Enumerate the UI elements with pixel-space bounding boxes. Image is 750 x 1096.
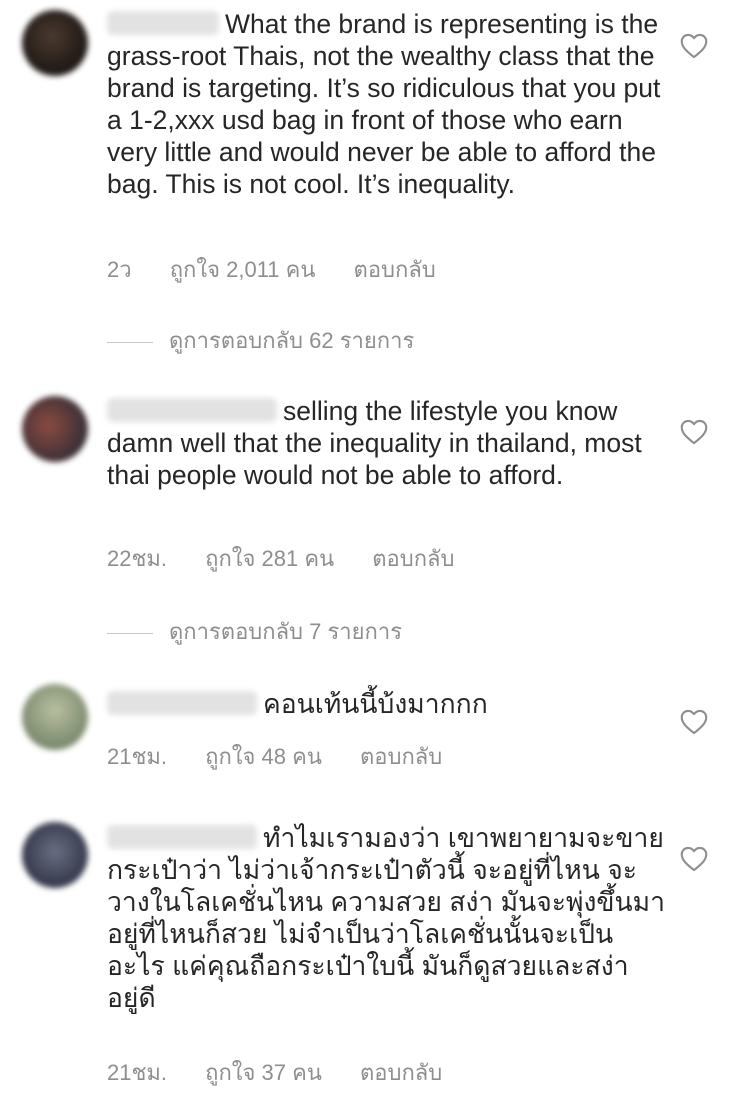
username-blurred[interactable] (107, 398, 277, 422)
comment-time: 21ชม. (107, 1060, 168, 1085)
like-count[interactable]: ถูกใจ 37 คน (205, 1060, 322, 1085)
reply-button[interactable]: ตอบกลับ (360, 744, 442, 769)
avatar[interactable] (22, 684, 88, 750)
comment-body: selling the lifestyle you know damn well… (107, 395, 667, 491)
view-replies-button[interactable]: ดูการตอบกลับ 62 รายการ (107, 323, 414, 358)
reply-button[interactable]: ตอบกลับ (360, 1060, 442, 1085)
heart-icon[interactable] (680, 419, 708, 445)
comment-body: What the brand is representing is the gr… (107, 8, 667, 200)
heart-icon[interactable] (680, 709, 708, 735)
like-count[interactable]: ถูกใจ 48 คน (205, 744, 322, 769)
like-count[interactable]: ถูกใจ 281 คน (205, 546, 334, 571)
comment-body: คอนเท้นนี้บ้งมากกก (107, 688, 667, 720)
username-blurred[interactable] (107, 825, 257, 849)
comment-text: ทำไมเรามองว่า เขาพยายามจะขายกระเป๋าว่า ไ… (107, 823, 665, 1013)
comment-meta: 21ชม. ถูกใจ 37 คน ตอบกลับ (107, 1055, 474, 1090)
view-replies-button[interactable]: ดูการตอบกลับ 7 รายการ (107, 614, 402, 649)
comment-text: What the brand is representing is the gr… (107, 9, 661, 199)
replies-divider (107, 632, 153, 634)
comment-body: ทำไมเรามองว่า เขาพยายามจะขายกระเป๋าว่า ไ… (107, 822, 667, 1014)
comment-meta: 2ว ถูกใจ 2,011 คน ตอบกลับ (107, 252, 468, 287)
reply-button[interactable]: ตอบกลับ (372, 546, 454, 571)
comment-time: 21ชม. (107, 744, 168, 769)
heart-icon[interactable] (680, 846, 708, 872)
username-blurred[interactable] (107, 11, 219, 35)
avatar[interactable] (22, 822, 88, 888)
comment-meta: 22ชม. ถูกใจ 281 คน ตอบกลับ (107, 541, 486, 576)
heart-icon[interactable] (680, 33, 708, 59)
reply-button[interactable]: ตอบกลับ (354, 257, 436, 282)
replies-divider (107, 341, 153, 343)
like-count[interactable]: ถูกใจ 2,011 คน (170, 257, 316, 282)
comment-text: คอนเท้นนี้บ้งมากกก (263, 689, 488, 719)
comment-time: 22ชม. (107, 546, 168, 571)
username-blurred[interactable] (107, 691, 257, 715)
comment-time: 2ว (107, 257, 132, 282)
avatar[interactable] (22, 10, 88, 76)
view-replies-label: ดูการตอบกลับ 62 รายการ (169, 328, 415, 353)
view-replies-label: ดูการตอบกลับ 7 รายการ (169, 619, 403, 644)
avatar[interactable] (22, 396, 88, 462)
comment-meta: 21ชม. ถูกใจ 48 คน ตอบกลับ (107, 739, 474, 774)
